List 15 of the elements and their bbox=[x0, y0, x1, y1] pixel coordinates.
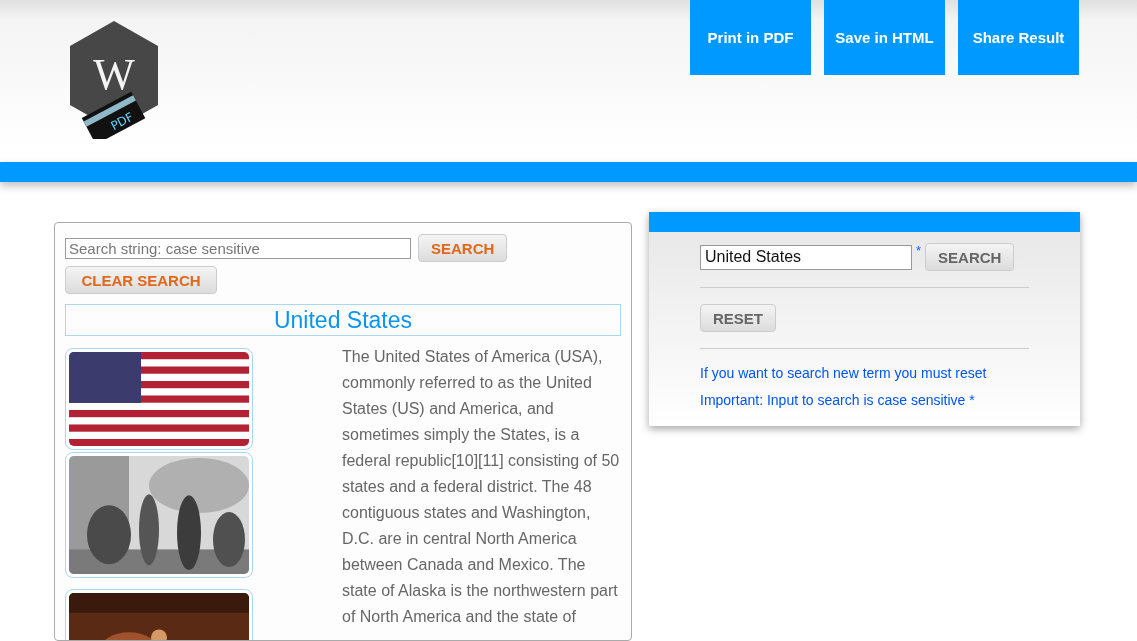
note-text: If you want to search new term you must reset bbox=[700, 365, 988, 381]
clear-search-button[interactable]: CLEAR SEARCH bbox=[65, 266, 217, 294]
required-mark: * bbox=[916, 243, 922, 258]
header-button[interactable]: Save in HTML bbox=[824, 0, 945, 75]
logo: W PDF bbox=[68, 19, 160, 139]
reset-button[interactable]: RESET bbox=[700, 304, 776, 332]
header-button[interactable]: Print in PDF bbox=[690, 0, 811, 75]
search-button[interactable]: SEARCH bbox=[925, 243, 1015, 271]
article-text: The United States of America (USA), commonly referred to as the United States (US) and America, and sometimes simply the States, is a federal republic[10][11] consisting of 50 states and a federal district. The 48 contiguous states and Washington, D.C. are in central North America between Canada and Mexico. The state of Alaska is the northwestern part of North America and the state of bbox=[342, 347, 621, 627]
article-title: United States bbox=[65, 304, 621, 336]
header-button[interactable]: Share Result bbox=[958, 0, 1079, 75]
search-field[interactable]: United States bbox=[700, 244, 912, 270]
note-text: Important: Input to search is case sensitive * bbox=[700, 392, 976, 408]
search-button[interactable]: SEARCH bbox=[418, 234, 508, 262]
search-field[interactable]: Search string: case sensitive bbox=[65, 237, 411, 259]
